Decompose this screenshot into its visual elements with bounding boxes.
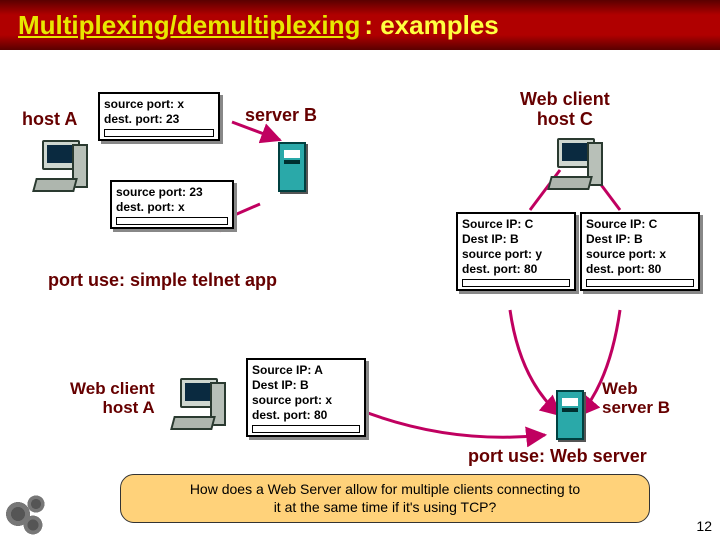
box-line: source port: x [252, 393, 360, 408]
label-line: Web client [70, 380, 155, 399]
packet-box-hosta-in: source port: 23 dest. port: x [110, 180, 234, 229]
box-line: source port: x [104, 97, 214, 112]
box-line: Dest IP: B [586, 232, 694, 247]
label-line: host C [520, 110, 610, 130]
box-line: Dest IP: B [462, 232, 570, 247]
note-line: How does a Web Server allow for multiple… [135, 481, 635, 499]
label-line: server B [602, 399, 670, 418]
box-line: Source IP: C [462, 217, 570, 232]
box-line: source port: y [462, 247, 570, 262]
server-icon [556, 390, 584, 440]
box-line: dest. port: x [116, 200, 228, 215]
packet-box-a-web: Source IP: A Dest IP: B source port: x d… [246, 358, 366, 437]
label-server-b: server B [245, 106, 317, 126]
packet-box-c-right: Source IP: C Dest IP: B source port: x d… [580, 212, 700, 291]
box-line: source port: x [586, 247, 694, 262]
label-web-server-b: Web server B [602, 380, 670, 417]
box-line: dest. port: 80 [252, 408, 360, 423]
workstation-icon [545, 138, 603, 190]
box-line: dest. port: 80 [462, 262, 570, 277]
packet-box-c-left: Source IP: C Dest IP: B source port: y d… [456, 212, 576, 291]
diagram-stage: host A source port: x dest. port: 23 ser… [0, 50, 720, 540]
note-line: it at the same time if it's using TCP? [135, 499, 635, 517]
page-number: 12 [696, 518, 712, 534]
box-line: dest. port: 80 [586, 262, 694, 277]
packet-box-hosta-out: source port: x dest. port: 23 [98, 92, 220, 141]
box-line: source port: 23 [116, 185, 228, 200]
label-line: Web [602, 380, 670, 399]
workstation-icon [30, 140, 88, 192]
title-underlined: Multiplexing/demultiplexing [18, 10, 360, 41]
title-bar: Multiplexing/demultiplexing : examples [0, 0, 720, 50]
caption-webserver: port use: Web server [468, 446, 647, 467]
title-rest: : examples [364, 10, 498, 41]
label-web-client-c: Web client host C [520, 90, 610, 130]
caption-telnet: port use: simple telnet app [48, 270, 277, 291]
box-line: Source IP: C [586, 217, 694, 232]
gear-icon [2, 494, 56, 538]
label-line: host A [70, 399, 155, 418]
server-icon [278, 142, 306, 192]
label-web-client-a: Web client host A [70, 380, 155, 417]
box-line: Dest IP: B [252, 378, 360, 393]
box-line: dest. port: 23 [104, 112, 214, 127]
question-note: How does a Web Server allow for multiple… [120, 474, 650, 523]
workstation-icon [168, 378, 226, 430]
label-line: Web client [520, 90, 610, 110]
label-host-a: host A [22, 110, 77, 130]
box-line: Source IP: A [252, 363, 360, 378]
